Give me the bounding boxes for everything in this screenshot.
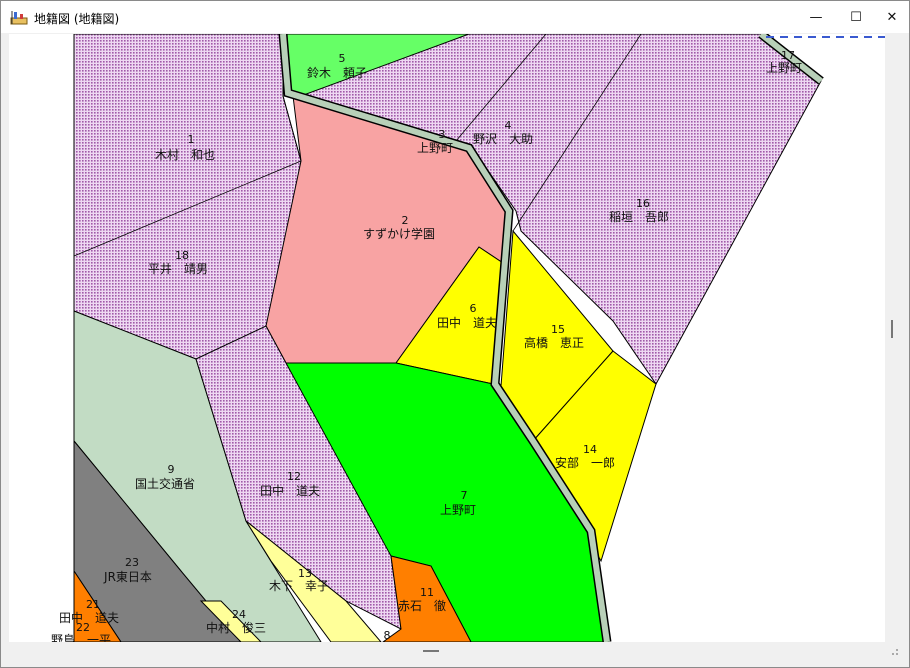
parcel-label-8-no: 8 — [384, 629, 391, 642]
parcel-label-9-owner: 国土交通省 — [135, 476, 195, 491]
parcel-label-24-owner: 中村 俊三 — [206, 620, 266, 635]
parcel-label-17-owner: 上野町 — [766, 61, 802, 75]
parcel-label-13-owner: 木下 幸子 — [269, 579, 329, 593]
window-title: 地籍図 (地籍図) — [34, 12, 120, 26]
parcel-label-14-no: 14 — [583, 443, 597, 456]
parcel-label-12-owner: 田中 道夫 — [260, 483, 320, 498]
parcel-label-21-no: 21 — [86, 598, 100, 611]
minimize-icon: — — [809, 9, 823, 25]
parcel-label-2-owner: すずかけ学園 — [363, 226, 435, 241]
parcel-label-11-owner: 赤石 徹 — [398, 598, 446, 613]
parcel-label-6-no: 6 — [470, 302, 477, 315]
resize-grip-icon[interactable] — [885, 642, 902, 659]
horizontal-scroll-thumb[interactable] — [423, 650, 439, 652]
parcel-label-23-owner: JR東日本 — [103, 570, 152, 584]
parcel-label-24-no: 24 — [232, 608, 246, 621]
vertical-scroll-thumb[interactable] — [891, 320, 893, 338]
maximize-icon: ☐ — [850, 9, 862, 25]
cadastral-map[interactable]: 1 木村 和也 2 すずかけ学園 3 上野町 4 野沢 大助 5 鈴木 頼子 6… — [9, 34, 885, 642]
parcel-label-4-no: 4 — [505, 119, 512, 132]
parcel-label-11-no: 11 — [420, 586, 434, 599]
parcel-label-3-owner: 上野町 — [417, 141, 453, 155]
title-bar[interactable]: 地籍図 (地籍図) — ☐ ✕ — [1, 1, 909, 33]
parcel-label-14-owner: 安部 一郎 — [555, 455, 615, 470]
close-icon: ✕ — [886, 9, 898, 25]
parcel-label-6-owner: 田中 道夫 — [437, 315, 497, 330]
parcel-label-23-no: 23 — [125, 556, 139, 569]
parcel-label-15-owner: 高橋 恵正 — [524, 335, 584, 350]
parcel-label-2-no: 2 — [402, 214, 409, 227]
minimize-button[interactable]: — — [799, 1, 833, 33]
maximize-button[interactable]: ☐ — [839, 1, 873, 33]
parcel-label-12-no: 12 — [287, 470, 301, 483]
parcel-label-7-owner: 上野町 — [440, 503, 476, 517]
cadastral-map-app-icon — [10, 11, 28, 25]
parcel-label-18-owner: 平井 靖男 — [148, 262, 208, 276]
parcel-label-9-no: 9 — [168, 463, 175, 476]
map-canvas[interactable]: 1 木村 和也 2 すずかけ学園 3 上野町 4 野沢 大助 5 鈴木 頼子 6… — [9, 34, 885, 642]
close-button[interactable]: ✕ — [875, 1, 909, 33]
parcel-label-5-no: 5 — [339, 52, 346, 65]
vertical-scrollbar[interactable] — [885, 34, 902, 642]
parcel-label-18-no: 18 — [175, 249, 189, 262]
parcel-label-1-no: 1 — [188, 133, 195, 146]
parcel-label-5-owner: 鈴木 頼子 — [307, 65, 367, 80]
parcel-label-22-owner: 野島 一平 — [51, 632, 111, 642]
horizontal-scrollbar[interactable] — [9, 642, 885, 659]
parcel-label-16-no: 16 — [636, 197, 650, 210]
parcel-label-16-owner: 稲垣 吾郎 — [609, 210, 669, 224]
parcel-label-7-no: 7 — [461, 489, 468, 502]
main-window: 地籍図 (地籍図) — ☐ ✕ 1 木村 和也 2 すずかけ学園 3 上野町 4… — [0, 0, 910, 668]
parcel-label-4-owner: 野沢 大助 — [473, 132, 533, 146]
parcel-label-3-no: 3 — [439, 128, 446, 141]
parcel-label-1-owner: 木村 和也 — [155, 148, 215, 162]
parcel-label-15-no: 15 — [551, 323, 565, 336]
